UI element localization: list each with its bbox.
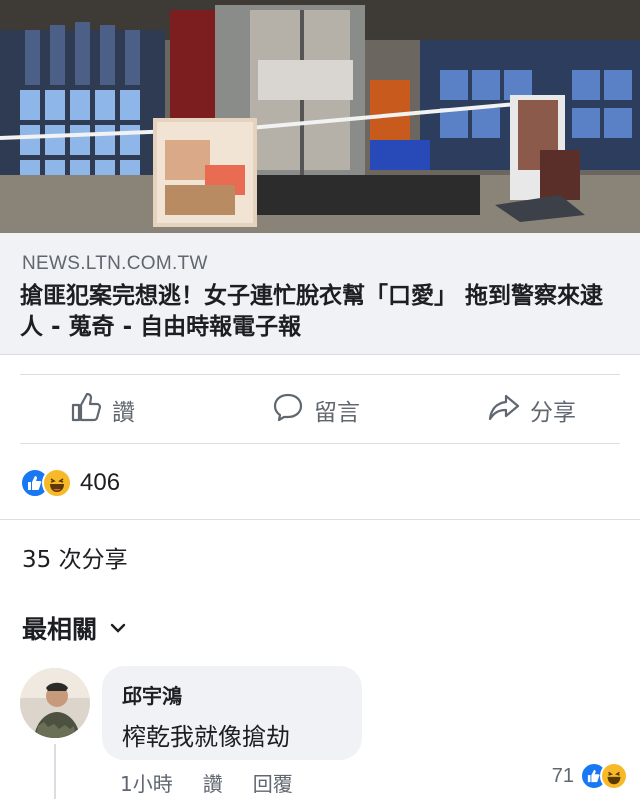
like-label: 讚	[112, 400, 135, 426]
post-actions-bar: 讚 留言 分享	[0, 378, 640, 442]
divider	[0, 519, 640, 520]
comment-like-button[interactable]: 讚	[203, 768, 223, 797]
comment-reactions[interactable]: 71	[552, 762, 628, 790]
haha-icon	[42, 468, 72, 498]
comment-reaction-count: 71	[551, 764, 574, 787]
link-domain: NEWS.LTN.COM.TW	[22, 253, 208, 274]
reaction-count: 406	[80, 469, 121, 496]
divider	[20, 443, 620, 444]
comment-icon	[272, 391, 304, 429]
comment-time[interactable]: 1小時	[120, 768, 173, 797]
share-button[interactable]: 分享	[488, 378, 576, 442]
comment-bubble: 邱宇鴻 榨乾我就像搶劫	[102, 666, 362, 760]
share-arrow-icon	[488, 391, 520, 429]
haha-icon	[600, 762, 628, 790]
share-label: 分享	[530, 400, 576, 426]
divider	[20, 374, 620, 375]
reactions-summary[interactable]: 406	[20, 466, 120, 500]
link-preview-image[interactable]	[0, 0, 640, 233]
sort-label: 最相關	[22, 615, 98, 644]
thread-line	[54, 744, 56, 799]
share-count[interactable]: 35 次分享	[22, 540, 128, 574]
comment-label: 留言	[314, 400, 360, 426]
chevron-down-icon	[109, 614, 127, 643]
thumbs-up-icon	[70, 391, 102, 429]
avatar[interactable]	[20, 668, 90, 738]
comment-author[interactable]: 邱宇鴻	[122, 680, 342, 709]
link-preview-card[interactable]: NEWS.LTN.COM.TW 搶匪犯案完想逃！女子連忙脫衣幫「口愛」 拖到警察…	[0, 233, 640, 355]
comment-meta: 1小時 讚 回覆	[120, 768, 293, 797]
comment-reply-button[interactable]: 回覆	[253, 768, 293, 797]
like-button[interactable]: 讚	[70, 378, 135, 442]
comment-text: 榨乾我就像搶劫	[122, 723, 290, 751]
link-title[interactable]: 搶匪犯案完想逃！女子連忙脫衣幫「口愛」 拖到警察來逮人 - 蒐奇 - 自由時報電…	[20, 281, 625, 343]
comment-button[interactable]: 留言	[272, 378, 360, 442]
comments-sort-dropdown[interactable]: 最相關	[22, 610, 127, 646]
